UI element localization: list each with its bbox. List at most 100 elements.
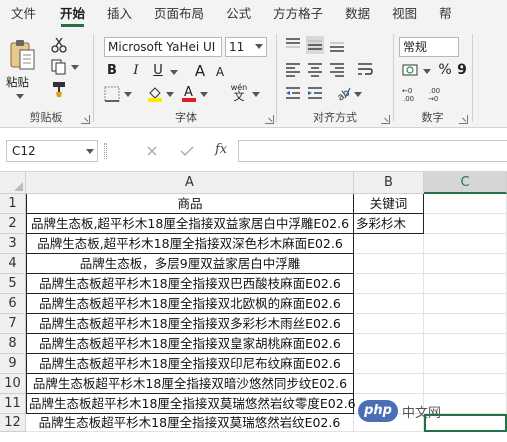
align-left-icon[interactable] <box>284 60 302 78</box>
orientation-dropdown-icon[interactable] <box>354 92 362 97</box>
column-header-c[interactable]: C <box>424 172 507 194</box>
increase-font-button[interactable]: A <box>192 61 208 81</box>
accounting-dropdown-icon[interactable] <box>423 69 431 74</box>
increase-indent-icon[interactable] <box>306 84 324 102</box>
row-header-9[interactable]: 9 <box>0 354 26 374</box>
cell-b4[interactable] <box>354 254 424 274</box>
border-icon[interactable] <box>103 85 121 103</box>
cell-a7[interactable]: 品牌生态板超平杉木18厘全指接双多彩杉木雨丝E02.6 <box>26 314 354 334</box>
cell-c4[interactable] <box>424 254 507 274</box>
cell-a8[interactable]: 品牌生态板超平杉木18厘全指接双皇家胡桃麻面E02.6 <box>26 334 354 354</box>
cell-c8[interactable] <box>424 334 507 354</box>
cell-a11[interactable]: 品牌生态板超平杉木18厘全指接双莫瑞悠然岩纹零度E02.6 <box>26 394 356 414</box>
tab-ffcell[interactable]: 方方格子 <box>266 0 330 28</box>
phonetic-dropdown-icon[interactable] <box>252 92 260 97</box>
row-header-7[interactable]: 7 <box>0 314 26 334</box>
insert-function-button[interactable]: fx <box>215 142 227 157</box>
row-header-3[interactable]: 3 <box>0 234 26 254</box>
underline-button[interactable]: U <box>150 61 166 81</box>
copy-icon[interactable] <box>50 58 68 76</box>
phonetic-button[interactable]: wén 文 <box>229 83 249 102</box>
font-launcher-icon[interactable] <box>265 115 274 124</box>
cell-a5[interactable]: 品牌生态板超平杉木18厘全指接双巴西酸枝麻面E02.6 <box>26 274 354 294</box>
name-box[interactable]: C12 <box>6 140 98 162</box>
wrap-text-icon[interactable] <box>356 60 374 78</box>
align-bottom-icon[interactable] <box>328 36 346 54</box>
tab-view[interactable]: 视图 <box>385 0 424 28</box>
formula-input[interactable] <box>238 140 507 162</box>
percent-button[interactable]: % <box>438 60 452 80</box>
cell-a1[interactable]: 商品 <box>26 194 354 214</box>
cell-c7[interactable] <box>424 314 507 334</box>
row-header-1[interactable]: 1 <box>0 194 26 214</box>
paste-dropdown-icon[interactable] <box>16 94 24 99</box>
number-format-select[interactable]: 常规 <box>399 37 459 57</box>
row-header-8[interactable]: 8 <box>0 334 26 354</box>
row-header-2[interactable]: 2 <box>0 214 26 234</box>
cell-a6[interactable]: 品牌生态板超平杉木18厘全指接双北欧枫的麻面E02.6 <box>26 294 354 314</box>
row-header-5[interactable]: 5 <box>0 274 26 294</box>
cell-c3[interactable] <box>424 234 507 254</box>
comma-button[interactable]: 9 <box>456 60 468 80</box>
cell-b6[interactable] <box>354 294 424 314</box>
cell-b8[interactable] <box>354 334 424 354</box>
row-header-10[interactable]: 10 <box>0 374 26 394</box>
fill-dropdown-icon[interactable] <box>166 92 174 97</box>
font-name-select[interactable]: Microsoft YaHei UI <box>104 37 222 57</box>
confirm-icon[interactable] <box>180 145 194 157</box>
cell-a12[interactable]: 品牌生态板超平杉木18厘全指接双莫瑞悠然岩纹E02.6 <box>26 414 354 432</box>
chevron-down-icon[interactable] <box>86 149 94 154</box>
cancel-icon[interactable] <box>146 145 158 157</box>
cell-b1[interactable]: 关键词 <box>354 194 424 214</box>
align-top-icon[interactable] <box>284 36 302 54</box>
cut-icon[interactable] <box>50 36 68 54</box>
decrease-font-button[interactable]: A <box>212 62 228 82</box>
cell-c5[interactable] <box>424 274 507 294</box>
select-all-button[interactable] <box>0 172 26 194</box>
tab-home[interactable]: 开始 <box>53 0 92 28</box>
cell-c9[interactable] <box>424 354 507 374</box>
bold-button[interactable]: B <box>104 61 120 81</box>
row-header-12[interactable]: 12 <box>0 414 26 432</box>
cell-c10[interactable] <box>424 374 507 394</box>
tab-help[interactable]: 帮 <box>432 0 459 28</box>
cell-b9[interactable] <box>354 354 424 374</box>
cell-a9[interactable]: 品牌生态板超平杉木18厘全指接双印尼布纹麻面E02.6 <box>26 354 354 374</box>
cell-a2[interactable]: 品牌生态板,超平杉木18厘全指接双益家居白中浮雕E02.6 <box>26 214 354 234</box>
tab-file[interactable]: 文件 <box>4 0 43 28</box>
paste-button[interactable]: 粘贴 <box>6 74 29 90</box>
increase-decimal-icon[interactable]: ←0 .00 <box>401 85 419 103</box>
tab-formulas[interactable]: 公式 <box>219 0 258 28</box>
cell-c1[interactable] <box>424 194 507 214</box>
italic-button[interactable]: I <box>128 61 144 81</box>
decrease-decimal-icon[interactable]: .00 →0 <box>427 85 445 103</box>
accounting-format-icon[interactable] <box>402 61 420 79</box>
align-center-icon[interactable] <box>306 60 324 78</box>
font-color-dropdown-icon[interactable] <box>200 92 208 97</box>
tab-data[interactable]: 数据 <box>338 0 377 28</box>
cell-b7[interactable] <box>354 314 424 334</box>
tab-insert[interactable]: 插入 <box>100 0 139 28</box>
orientation-icon[interactable]: ab <box>334 84 352 102</box>
font-color-icon[interactable]: A <box>180 84 198 102</box>
alignment-launcher-icon[interactable] <box>381 115 390 124</box>
cell-b10[interactable] <box>354 374 424 394</box>
cell-b3[interactable] <box>354 234 424 254</box>
font-size-select[interactable]: 11 <box>225 37 267 57</box>
cell-c6[interactable] <box>424 294 507 314</box>
column-header-a[interactable]: A <box>26 172 354 194</box>
border-dropdown-icon[interactable] <box>124 92 132 97</box>
tab-page-layout[interactable]: 页面布局 <box>147 0 211 28</box>
number-launcher-icon[interactable] <box>459 115 468 124</box>
cell-a4[interactable]: 品牌生态板，多层9厘双益家居白中浮雕 <box>26 254 354 274</box>
cell-c2[interactable] <box>424 214 507 234</box>
column-header-b[interactable]: B <box>354 172 424 194</box>
paste-icon[interactable] <box>8 38 38 72</box>
cell-a3[interactable]: 品牌生态板,超平杉木18厘全指接双深色杉木麻面E02.6 <box>26 234 354 254</box>
decrease-indent-icon[interactable] <box>284 84 302 102</box>
fill-color-icon[interactable] <box>146 84 164 102</box>
underline-dropdown-icon[interactable] <box>170 70 178 75</box>
cell-a10[interactable]: 品牌生态板超平杉木18厘全指接双暗沙悠然同步纹E02.6 <box>26 374 354 394</box>
formula-bar-splitter[interactable] <box>104 143 107 159</box>
row-header-4[interactable]: 4 <box>0 254 26 274</box>
